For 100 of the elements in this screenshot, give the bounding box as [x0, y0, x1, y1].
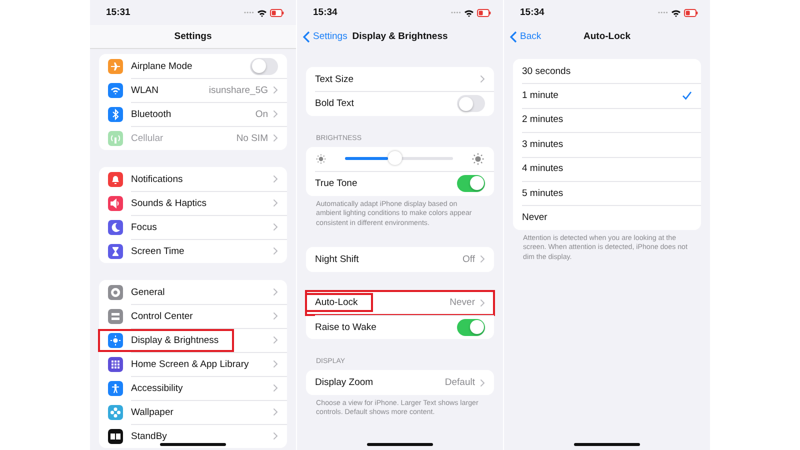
settings-row[interactable]: General	[99, 280, 287, 304]
wifi-icon	[464, 8, 474, 16]
chevron-icon	[273, 408, 278, 416]
settings-row[interactable]: Notifications	[99, 167, 287, 191]
status-time: 15:34	[520, 7, 544, 18]
chevron-icon	[480, 255, 485, 264]
settings-row[interactable]: Bold Text	[306, 91, 494, 116]
setting-label: 4 minutes	[522, 163, 564, 174]
setting-label: Bold Text	[315, 98, 354, 110]
home-indicator	[367, 443, 433, 446]
settings-row[interactable]: True Tone	[306, 171, 494, 196]
settings-row[interactable]: 30 seconds	[513, 59, 701, 84]
setting-value: isunshare_5G	[208, 84, 268, 96]
settings-row[interactable]: 2 minutes	[513, 108, 701, 132]
setting-label: Wallpaper	[131, 406, 174, 418]
toggle-switch[interactable]	[457, 95, 485, 112]
status-time: 15:31	[106, 7, 130, 18]
setting-value: On	[255, 108, 268, 120]
setting-label: Text Size	[315, 74, 354, 85]
setting-label: 3 minutes	[522, 138, 564, 150]
chevron-icon	[480, 75, 485, 84]
settings-row[interactable]: Screen Time	[99, 239, 287, 263]
setting-label: Night Shift	[315, 254, 359, 265]
bright-sun-icon	[471, 152, 485, 166]
setting-label: Home Screen & App Library	[131, 358, 249, 370]
setting-label: StandBy	[131, 430, 167, 442]
settings-row[interactable]: Raise to Wake	[306, 315, 494, 340]
setting-label: WLAN	[131, 84, 158, 96]
setting-label: True Tone	[315, 178, 358, 189]
settings-row[interactable]: Never	[513, 205, 701, 230]
battery-icon	[477, 8, 491, 16]
toggle-switch[interactable]	[457, 318, 485, 336]
chevron-icon	[480, 378, 485, 387]
settings-row[interactable]: Airplane Mode	[99, 54, 287, 78]
toggle-switch[interactable]	[457, 174, 485, 192]
signal-icon	[244, 11, 254, 14]
battery-icon	[684, 8, 698, 16]
settings-row[interactable]: Display & Brightness	[99, 328, 287, 352]
wifi-icon	[671, 8, 681, 16]
chevron-icon	[273, 223, 278, 231]
settings-row[interactable]: Display Zoom Default	[306, 370, 494, 395]
chevron-icon	[273, 86, 278, 94]
chevron-icon	[273, 360, 278, 368]
settings-row[interactable]: Text Size	[306, 67, 494, 92]
chevron-icon	[273, 336, 278, 344]
settings-row[interactable]: Sounds & Haptics	[99, 191, 287, 215]
setting-label: 5 minutes	[522, 188, 564, 199]
setting-value: Default	[444, 377, 475, 388]
screen-title: Display & Brightness	[352, 31, 448, 42]
back-chevron-icon	[303, 30, 310, 42]
chevron-icon	[273, 134, 278, 142]
setting-label: Never	[522, 212, 548, 224]
settings-row[interactable]: 1 minute	[513, 83, 701, 108]
status-time: 15:34	[313, 7, 338, 18]
home-indicator	[160, 443, 226, 446]
settings-row[interactable]: Focus	[99, 215, 287, 239]
settings-row[interactable]: Accessibility	[99, 376, 287, 400]
setting-label: Accessibility	[131, 382, 183, 394]
setting-label: Sounds & Haptics	[131, 198, 207, 208]
settings-row[interactable]: Control Center	[99, 304, 287, 328]
setting-label: Bluetooth	[131, 108, 172, 120]
setting-label: Screen Time	[131, 246, 184, 256]
settings-row[interactable]: StandBy	[99, 424, 287, 448]
settings-row[interactable]: Home Screen & App Library	[99, 352, 287, 376]
settings-row[interactable]: 4 minutes	[513, 156, 701, 181]
setting-value: Never	[450, 297, 475, 308]
settings-row[interactable]: 3 minutes	[513, 132, 701, 157]
wifi-icon	[257, 8, 267, 16]
setting-label: Control Center	[131, 310, 193, 322]
screen-title: Auto-Lock	[584, 31, 630, 42]
setting-label: Auto-Lock	[315, 297, 358, 308]
setting-label: Display & Brightness	[131, 334, 219, 346]
dim-sun-icon	[315, 152, 327, 165]
setting-label: Display Zoom	[315, 377, 374, 388]
back-chevron-icon	[510, 30, 517, 42]
settings-row[interactable]: Wallpaper	[99, 400, 287, 424]
settings-row[interactable]: Auto-Lock Never	[306, 290, 494, 316]
setting-label: Cellular	[131, 132, 164, 144]
chevron-icon	[273, 110, 278, 118]
setting-label: Raise to Wake	[315, 322, 376, 333]
chevron-icon	[273, 247, 278, 255]
setting-label: 30 seconds	[522, 66, 571, 77]
home-indicator	[574, 443, 640, 446]
back-button[interactable]: Back	[510, 30, 542, 42]
setting-label: 1 minute	[522, 90, 558, 102]
setting-label: Notifications	[131, 174, 183, 184]
setting-value: No SIM	[236, 132, 268, 144]
chevron-icon	[273, 288, 278, 296]
setting-label: 2 minutes	[522, 114, 564, 126]
settings-row[interactable]: 5 minutes	[513, 180, 701, 206]
settings-row[interactable]: WLAN isunshare_5G	[99, 78, 287, 102]
settings-row[interactable]: Bluetooth On	[99, 102, 287, 126]
settings-row[interactable]: Night Shift Off	[306, 247, 494, 272]
battery-icon	[270, 8, 284, 16]
chevron-icon	[273, 175, 278, 183]
setting-value: Off	[462, 254, 475, 265]
chevron-icon	[273, 199, 278, 207]
setting-label: General	[131, 286, 165, 298]
chevron-icon	[273, 384, 278, 392]
toggle-switch[interactable]	[250, 58, 278, 74]
